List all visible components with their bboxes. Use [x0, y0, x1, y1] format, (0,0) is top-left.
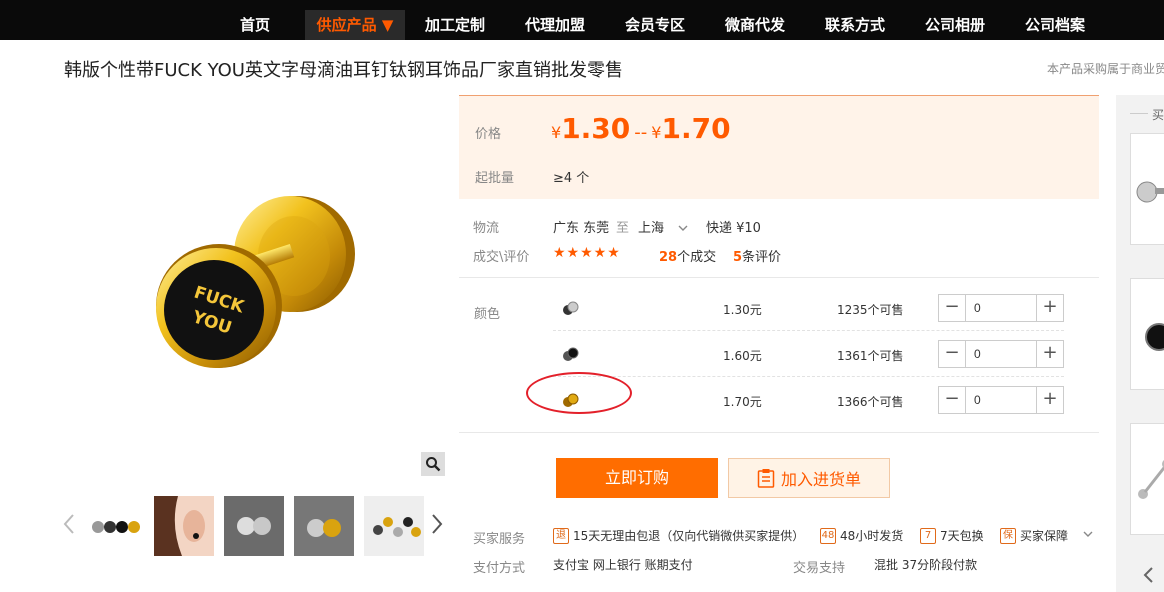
- magnifier-icon: [426, 457, 441, 472]
- moq-label: 起批量: [475, 171, 515, 186]
- moq-value: ≥4 个: [553, 171, 590, 186]
- price-low: 1.30: [561, 112, 631, 145]
- 48h-icon: 48: [820, 527, 836, 544]
- related-item-1[interactable]: [1130, 133, 1164, 245]
- destination-value: 上海: [638, 221, 665, 236]
- swatch-silver[interactable]: [559, 297, 581, 319]
- ship-from: 广东 东莞: [553, 221, 610, 236]
- variant-stock: 1366个可售: [837, 395, 904, 409]
- thumbnail-4[interactable]: [294, 496, 354, 556]
- zoom-button[interactable]: [421, 452, 445, 476]
- minus-button[interactable]: −: [939, 295, 966, 321]
- trade-support-label: 交易支持: [793, 561, 846, 576]
- expand-services-button[interactable]: [1082, 524, 1094, 543]
- variant-row-gold: 1.70元 1366个可售 − +: [553, 379, 1064, 423]
- variant-stock: 1361个可售: [837, 349, 904, 363]
- related-item-3[interactable]: [1130, 423, 1164, 535]
- related-item-2[interactable]: [1130, 278, 1164, 390]
- thumb-prev-arrow[interactable]: [62, 512, 76, 536]
- chevron-left-icon: [63, 514, 74, 534]
- chevron-down-icon: [678, 225, 688, 231]
- thumbnail-2[interactable]: [154, 496, 214, 556]
- payment-label: 支付方式: [473, 561, 526, 576]
- exchange-icon: 7: [920, 527, 936, 544]
- divider: [459, 432, 1099, 433]
- destination-select[interactable]: 上海: [638, 217, 688, 236]
- main-product-image[interactable]: FUCK YOU: [64, 96, 444, 476]
- thumb-next-arrow[interactable]: [430, 512, 444, 536]
- sidebar-heading-rule: [1130, 113, 1148, 114]
- services-label: 买家服务: [473, 532, 526, 547]
- variant-price: 1.30元: [723, 303, 762, 317]
- ship-to-word: 至: [616, 221, 630, 236]
- quantity-stepper: − +: [938, 340, 1064, 368]
- nav-dropship[interactable]: 微商代发: [705, 10, 805, 40]
- minus-button[interactable]: −: [939, 341, 966, 367]
- price-label: 价格: [475, 127, 502, 142]
- plus-button[interactable]: +: [1036, 341, 1063, 367]
- variant-row-black: 1.60元 1361个可售 − +: [553, 333, 1064, 377]
- reviews-label: 成交\评价: [473, 250, 530, 265]
- express-fee: 快递 ¥10: [706, 221, 761, 236]
- price-dash: --: [634, 122, 648, 143]
- service-protection: 保 买家保障: [1000, 527, 1068, 544]
- variant-row-silver: 1.30元 1235个可售 − +: [553, 287, 1064, 331]
- price-high: 1.70: [661, 112, 731, 145]
- sidebar-prev-arrow[interactable]: [1142, 566, 1156, 584]
- logistics-label: 物流: [473, 221, 500, 236]
- nav-profile[interactable]: 公司档案: [1005, 10, 1105, 40]
- service-48h: 48 48小时发货: [820, 527, 904, 544]
- rating-stars: ★★★★★: [553, 245, 621, 261]
- thumbnail-5[interactable]: [364, 496, 424, 556]
- variant-price: 1.70元: [723, 395, 762, 409]
- quantity-input[interactable]: [966, 341, 1036, 367]
- quantity-stepper: − +: [938, 386, 1064, 414]
- color-label: 颜色: [474, 307, 501, 322]
- chevron-down-icon: [1083, 531, 1093, 537]
- shield-icon: 保: [1000, 527, 1016, 544]
- nav-members[interactable]: 会员专区: [605, 10, 705, 40]
- clipboard-icon: [757, 469, 775, 488]
- add-to-cart-button[interactable]: 加入进货单: [728, 458, 890, 498]
- red-highlight-circle: [526, 372, 632, 414]
- variant-stock: 1235个可售: [837, 303, 904, 317]
- chevron-left-icon: [1143, 567, 1153, 583]
- nav-contact[interactable]: 联系方式: [805, 10, 905, 40]
- reviews-count[interactable]: 5条评价: [733, 246, 781, 265]
- thumbnail-3[interactable]: [224, 496, 284, 556]
- purchase-notice: 本产品采购属于商业贸: [1047, 62, 1164, 76]
- quantity-stepper: − +: [938, 294, 1064, 322]
- plus-button[interactable]: +: [1036, 295, 1063, 321]
- top-nav: 首页 供应产品 ▼ 加工定制 代理加盟 会员专区 微商代发 联系方式 公司相册 …: [0, 0, 1164, 40]
- price-range: ¥1.30 -- ¥1.70: [551, 112, 731, 145]
- quantity-input[interactable]: [966, 295, 1036, 321]
- currency-symbol: ¥: [651, 123, 662, 142]
- nav-products[interactable]: 供应产品 ▼: [305, 10, 405, 40]
- trade-support-values: 混批 37分阶段付款: [874, 558, 978, 572]
- nav-custom[interactable]: 加工定制: [405, 10, 505, 40]
- nav-home[interactable]: 首页: [205, 10, 305, 40]
- nav-agency[interactable]: 代理加盟: [505, 10, 605, 40]
- plus-button[interactable]: +: [1036, 387, 1063, 413]
- service-return: 退 15天无理由包退（仅向代销微供买家提供）: [553, 527, 804, 544]
- buy-now-button[interactable]: 立即订购: [556, 458, 718, 498]
- currency-symbol: ¥: [551, 123, 562, 142]
- variant-price: 1.60元: [723, 349, 762, 363]
- product-title: 韩版个性带FUCK YOU英文字母滴油耳钉钛钢耳饰品厂家直销批发零售: [64, 60, 623, 81]
- add-to-cart-label: 加入进货单: [780, 470, 861, 489]
- quantity-input[interactable]: [966, 387, 1036, 413]
- deals-count[interactable]: 28个成交: [659, 246, 716, 265]
- nav-album[interactable]: 公司相册: [905, 10, 1005, 40]
- service-exchange: 7 7天包换: [920, 527, 984, 544]
- return-icon: 退: [553, 527, 569, 544]
- swatch-black[interactable]: [559, 343, 581, 365]
- divider: [459, 277, 1099, 278]
- payment-methods: 支付宝 网上银行 账期支付: [553, 558, 693, 572]
- chevron-right-icon: [432, 514, 443, 534]
- sidebar-heading: 买: [1152, 108, 1164, 122]
- minus-button[interactable]: −: [939, 387, 966, 413]
- thumbnail-1[interactable]: [84, 496, 144, 556]
